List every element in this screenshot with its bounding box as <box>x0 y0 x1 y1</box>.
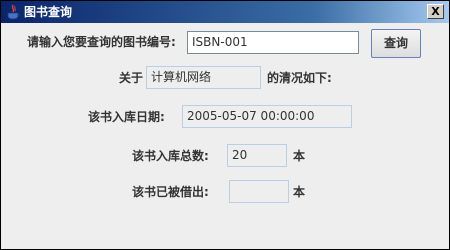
status-suffix-label: 的清况如下: <box>267 71 332 85</box>
isbn-label: 请输入您要查询的图书编号: <box>27 35 176 49</box>
window-title: 图书查询 <box>24 5 73 19</box>
total-field[interactable]: 20 <box>227 144 287 167</box>
total-label: 该书入库总数: <box>132 149 209 163</box>
close-button[interactable]: X <box>427 4 444 19</box>
borrowed-label: 该书已被借出: <box>132 185 209 199</box>
query-button[interactable]: 查询 <box>371 29 421 58</box>
date-field[interactable]: 2005-05-07 00:00:00 <box>182 105 352 128</box>
about-label: 关于 <box>119 71 144 85</box>
isbn-input[interactable]: ISBN-001 <box>187 31 359 54</box>
date-label: 该书入库日期: <box>88 110 165 124</box>
borrowed-unit-label: 本 <box>293 185 306 199</box>
total-unit-label: 本 <box>293 149 306 163</box>
book-query-window: 图书查询 X 请输入您要查询的图书编号: ISBN-001 查询 关于 计算机网… <box>0 0 450 250</box>
borrowed-field[interactable] <box>229 180 289 203</box>
book-name-field[interactable]: 计算机网络 <box>146 66 261 89</box>
title-bar[interactable]: 图书查询 X <box>1 1 449 23</box>
java-app-icon <box>7 4 20 20</box>
